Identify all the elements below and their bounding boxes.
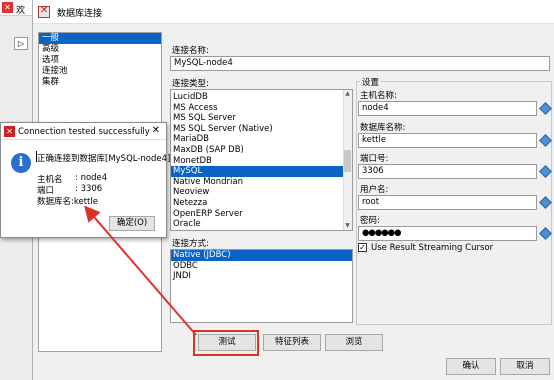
- access-method-label: 连接方式:: [172, 239, 209, 249]
- scroll-up-icon[interactable]: ▲: [344, 90, 351, 98]
- connection-type-item[interactable]: MariaDB: [171, 134, 352, 145]
- connection-type-item[interactable]: MS SQL Server (Native): [171, 124, 352, 135]
- popup-message: 正确连接到数据库[MySQL-node4]: [37, 154, 171, 164]
- port-info-value: : 3306: [75, 184, 103, 194]
- connection-name-input[interactable]: MySQL-node4: [170, 56, 550, 71]
- kettle-app-icon: ✕: [2, 2, 13, 13]
- connection-type-item[interactable]: Neoview: [171, 187, 352, 198]
- background-title: 欢: [16, 6, 26, 16]
- connection-type-label: 连接类型:: [172, 79, 209, 89]
- kettle-icon: ✕: [4, 126, 15, 137]
- connection-type-item[interactable]: MaxDB (SAP DB): [171, 145, 352, 156]
- scroll-down-icon[interactable]: ▼: [344, 222, 351, 230]
- access-method-item[interactable]: JNDI: [171, 271, 352, 282]
- streaming-cursor-label: Use Result Streaming Cursor: [371, 243, 494, 253]
- popup-ok-button[interactable]: 确定(O): [109, 216, 155, 231]
- connection-type-list[interactable]: LucidDB MS Access MS SQL Server MS SQL S…: [170, 89, 353, 231]
- password-label: 密码:: [360, 216, 380, 226]
- host-label: 主机名称:: [360, 91, 397, 101]
- database-info: 数据库名:kettle: [37, 197, 98, 207]
- host-info-value: : node4: [75, 173, 108, 183]
- nav-item-options[interactable]: 选项: [39, 55, 161, 66]
- settings-title: 设置: [360, 76, 382, 88]
- feature-list-button[interactable]: 特征列表: [263, 334, 321, 351]
- connection-type-item[interactable]: Oracle: [171, 219, 352, 230]
- username-label: 用户名:: [360, 185, 389, 195]
- connection-type-item[interactable]: MS SQL Server: [171, 113, 352, 124]
- database-name-input[interactable]: kettle: [358, 133, 537, 148]
- port-input[interactable]: 3306: [358, 164, 537, 179]
- connection-type-item[interactable]: Netezza: [171, 198, 352, 209]
- run-icon[interactable]: ▷: [14, 37, 28, 50]
- dialog-title: 数据库连接: [57, 9, 103, 19]
- popup-titlebar: ✕ Connection tested successfully ✕: [1, 123, 166, 140]
- connection-type-item[interactable]: OpenERP Server: [171, 209, 352, 220]
- ok-button[interactable]: 确认: [446, 358, 496, 375]
- nav-item-pooling[interactable]: 连接池: [39, 66, 161, 77]
- connection-type-item[interactable]: LucidDB: [171, 92, 352, 103]
- connection-success-popup: ✕ Connection tested successfully ✕ i 正确连…: [0, 122, 171, 238]
- connection-type-item-selected[interactable]: MySQL: [171, 166, 352, 177]
- kettle-icon: [38, 5, 50, 18]
- nav-item-general[interactable]: 一般: [39, 33, 161, 44]
- nav-item-cluster[interactable]: 集群: [39, 77, 161, 88]
- connection-type-scrollbar[interactable]: ▲ ▼: [343, 90, 352, 230]
- host-input[interactable]: node4: [358, 101, 537, 116]
- scroll-thumb[interactable]: [344, 150, 351, 172]
- connection-type-item[interactable]: Native Mondrian: [171, 177, 352, 188]
- port-label: 端口号:: [360, 154, 389, 164]
- username-input[interactable]: root: [358, 195, 537, 210]
- dialog-titlebar: 数据库连接: [33, 0, 554, 24]
- test-button-highlight: [193, 330, 259, 356]
- popup-title: Connection tested successfully: [18, 127, 150, 137]
- connection-type-item[interactable]: MS Access: [171, 103, 352, 114]
- connection-name-label: 连接名称:: [172, 46, 209, 56]
- access-method-item[interactable]: ODBC: [171, 261, 352, 272]
- password-input[interactable]: ●●●●●●: [358, 226, 537, 241]
- cancel-button[interactable]: 取消: [500, 358, 550, 375]
- info-icon: i: [11, 153, 31, 173]
- access-method-item-selected[interactable]: Native (JDBC): [171, 250, 352, 261]
- connection-type-item[interactable]: MonetDB: [171, 156, 352, 167]
- nav-item-advanced[interactable]: 高级: [39, 44, 161, 55]
- close-icon[interactable]: ✕: [152, 125, 160, 136]
- database-name-label: 数据库名称:: [360, 123, 406, 133]
- access-method-list[interactable]: Native (JDBC) ODBC JNDI: [170, 249, 353, 323]
- streaming-cursor-checkbox[interactable]: ✓: [358, 243, 367, 252]
- explore-button[interactable]: 浏览: [325, 334, 383, 351]
